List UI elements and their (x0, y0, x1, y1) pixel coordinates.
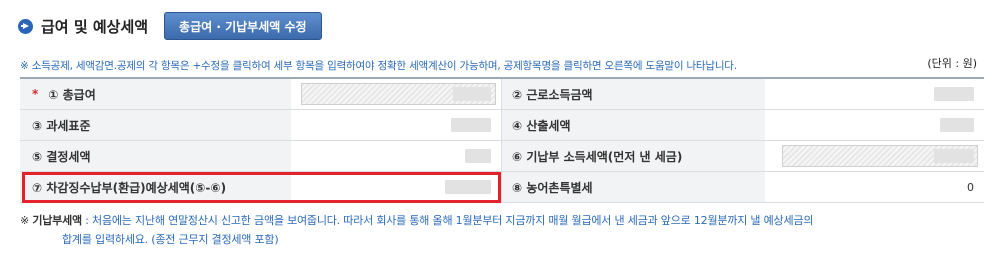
unit-label: (단위 : 원) (927, 57, 977, 70)
determined-tax-value (291, 141, 502, 171)
row-label: ② 근로소득금액 (512, 87, 593, 102)
rural-special-tax-value: 0 (765, 172, 984, 202)
masked-value (940, 118, 974, 132)
row-label: ④ 산출세액 (512, 118, 571, 133)
arrow-circle-icon (18, 18, 33, 34)
masked-value (453, 87, 491, 101)
notice-text: ※ 소득공제, 세액감면.공제의 각 항목은 +수정을 클릭하여 세부 항목을 … (20, 60, 737, 72)
table-row: * ① 총급여 ② 근로소득금액 (20, 79, 984, 110)
row-label: ③ 과세표준 (32, 118, 91, 133)
section-title: 급여 및 예상세액 (41, 17, 149, 36)
edit-salary-button[interactable]: 총급여 · 기납부세액 수정 (164, 12, 322, 40)
footnote-prefix: ※ (20, 214, 33, 227)
required-mark: * (32, 87, 39, 101)
prepaid-tax-label[interactable]: ⑥ 기납부 소득세액(먼저 낸 세금) (502, 141, 765, 171)
masked-value (465, 149, 491, 163)
table-row: ⑤ 결정세액 ⑥ 기납부 소득세액(먼저 낸 세금) (20, 141, 984, 172)
masked-value (934, 87, 974, 101)
earned-income-label[interactable]: ② 근로소득금액 (502, 79, 765, 109)
rural-special-tax-amount: 0 (967, 180, 974, 194)
earned-income-value (765, 79, 984, 109)
footnote-text: : 처음에는 지난해 연말정산시 신고한 금액을 보여줍니다. 따라서 회사를 … (81, 214, 814, 227)
row-label: ⑤ 결정세액 (32, 149, 91, 164)
masked-value (934, 149, 974, 163)
section-header: 급여 및 예상세액 총급여 · 기납부세액 수정 (18, 12, 322, 40)
determined-tax-label[interactable]: ⑤ 결정세액 (20, 141, 291, 171)
table-row: ③ 과세표준 ④ 산출세액 (20, 110, 984, 141)
row-label: ⑧ 농어촌특별세 (512, 180, 593, 195)
footnote-line-1: ※ 기납부세액 : 처음에는 지난해 연말정산시 신고한 금액을 보여줍니다. … (20, 212, 813, 228)
total-salary-label: * ① 총급여 (20, 79, 291, 109)
calculated-tax-label[interactable]: ④ 산출세액 (502, 110, 765, 140)
footnote-term: 기납부세액 (32, 214, 82, 227)
highlight-box (22, 172, 501, 203)
tax-base-label[interactable]: ③ 과세표준 (20, 110, 291, 140)
row-label: ① 총급여 (48, 87, 96, 102)
footnote-line-2: 합계를 입력하세요. (종전 근무지 결정세액 포함) (62, 233, 279, 246)
row-label: ⑥ 기납부 소득세액(먼저 낸 세금) (512, 149, 683, 164)
prepaid-tax-field[interactable] (765, 141, 984, 171)
rural-special-tax-label[interactable]: ⑧ 농어촌특별세 (502, 172, 765, 202)
tax-base-value (291, 110, 502, 140)
calculated-tax-value (765, 110, 984, 140)
masked-value (451, 118, 491, 132)
total-salary-field[interactable] (291, 79, 502, 109)
